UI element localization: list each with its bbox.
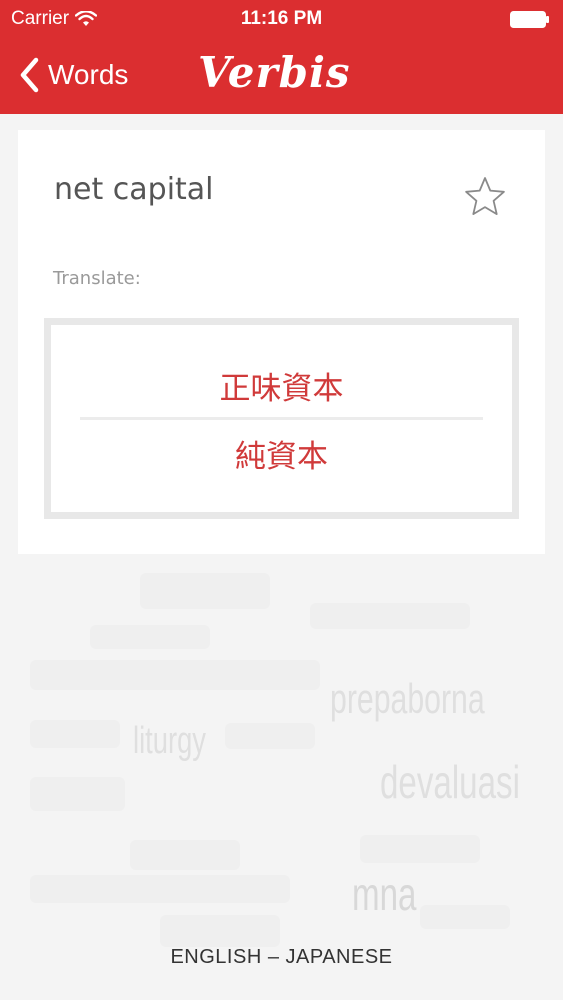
blurred-word <box>310 603 470 629</box>
app-logo: Verbis <box>198 48 351 97</box>
background-word: mna <box>352 868 417 920</box>
blurred-word <box>420 905 510 929</box>
header: Carrier 11:16 PM Words Verbis <box>0 0 563 114</box>
chevron-left-icon <box>20 57 39 93</box>
back-button-label: Words <box>48 59 129 90</box>
translation-divider <box>80 417 483 420</box>
background-word: prepaborna <box>330 675 485 722</box>
background-word-cloud: liturgy prepaborna devaluasi mna <box>0 555 563 1000</box>
background-word: devaluasi <box>380 756 520 808</box>
status-bar: Carrier 11:16 PM <box>0 0 563 38</box>
back-button[interactable]: Words <box>18 52 128 98</box>
background-word: liturgy <box>133 720 206 762</box>
blurred-word <box>30 875 290 903</box>
word-title: net capital <box>54 172 214 207</box>
blurred-word <box>130 840 240 870</box>
blurred-word <box>30 720 120 748</box>
language-pair-selector[interactable]: ENGLISH – JAPANESE <box>0 946 563 969</box>
blurred-word <box>225 723 315 749</box>
blurred-word <box>360 835 480 863</box>
blurred-word <box>90 625 210 649</box>
favorite-star-icon[interactable] <box>462 174 508 220</box>
blurred-word <box>140 573 270 609</box>
translation-secondary: 純資本 <box>235 439 328 475</box>
nav-bar: Words Verbis <box>0 38 563 114</box>
blurred-word <box>160 915 280 947</box>
blurred-word <box>30 660 320 690</box>
translation-primary: 正味資本 <box>219 371 344 407</box>
translation-box: 正味資本 純資本 <box>44 318 519 519</box>
status-time: 11:16 PM <box>240 8 323 29</box>
blurred-word <box>30 777 125 811</box>
word-card: net capital Translate: 正味資本 純資本 <box>18 130 545 554</box>
translate-label: Translate: <box>53 268 141 289</box>
battery-icon <box>510 11 549 28</box>
